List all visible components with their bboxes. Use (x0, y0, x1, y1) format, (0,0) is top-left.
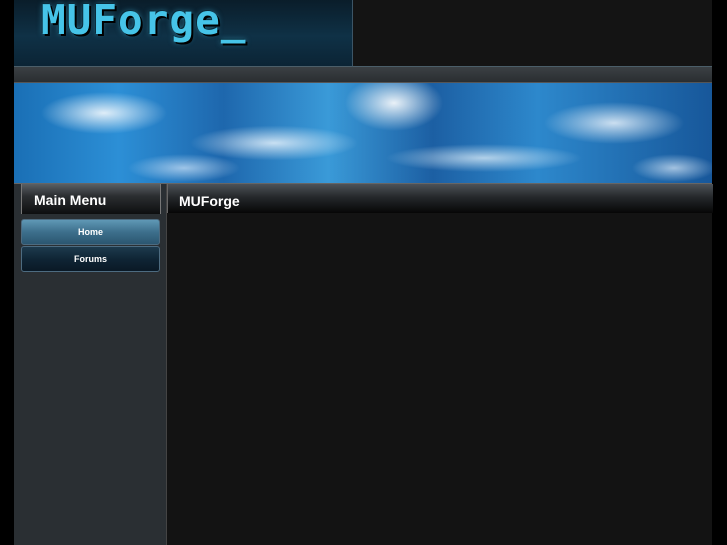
logo[interactable]: MUForge_ (14, 0, 353, 67)
menu-item-label: Forums (73, 254, 107, 264)
content-header: MUForge (167, 184, 713, 213)
header-panel (353, 0, 712, 67)
page-title: MUForge (179, 193, 240, 209)
menu-item-label: Home (77, 227, 103, 237)
logo-text: MUForge_ (41, 0, 247, 44)
banner-image (14, 83, 712, 184)
sidebar: Main Menu Home Forums (14, 184, 167, 545)
menu-item-forums[interactable]: Forums (21, 246, 160, 272)
menu-item-home[interactable]: Home (21, 219, 160, 245)
main-menu-title: Main Menu (34, 192, 107, 208)
page: MUForge_ Main Menu Home Forums MUForge (14, 0, 713, 545)
header-strip (14, 67, 712, 83)
main-menu-header: Main Menu (21, 184, 161, 214)
main-content: MUForge (167, 184, 713, 545)
